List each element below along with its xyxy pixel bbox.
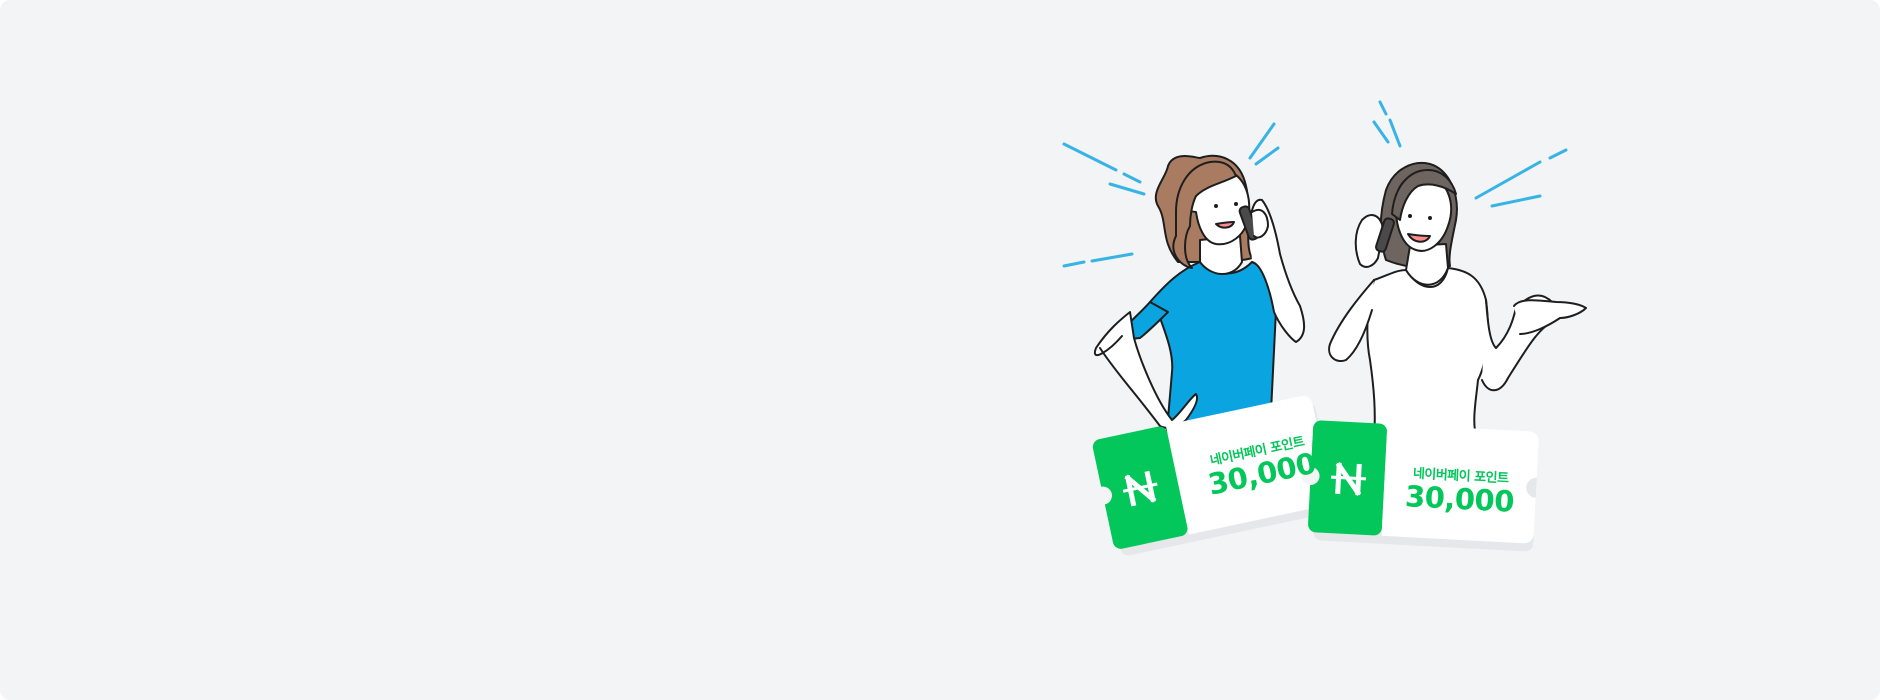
coupon-right-text: 네이버페이 포인트 30,000 xyxy=(1394,462,1526,519)
woman-left xyxy=(1093,154,1306,443)
coupon-amount: 30,000 xyxy=(1404,479,1515,519)
promo-banner: 네이버페이 포인트 30,000 네이버페이 포인트 30,000 xyxy=(0,0,1880,700)
woman-right xyxy=(1328,162,1587,441)
phone-call-illustration xyxy=(1062,100,1587,556)
